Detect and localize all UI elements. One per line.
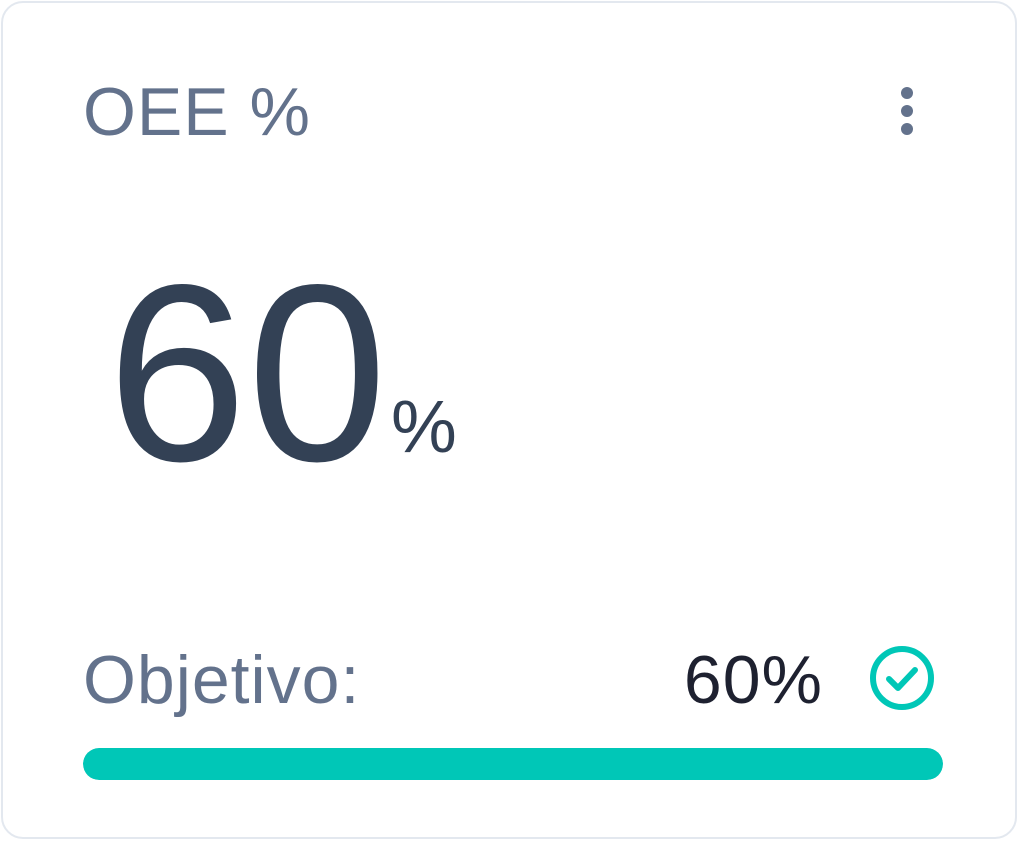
kpi-value: 60: [107, 233, 388, 514]
target-label: Objetivo:: [83, 642, 361, 718]
more-options-button[interactable]: [883, 79, 931, 143]
progress-bar-fill: [83, 748, 943, 780]
card-title: OEE %: [83, 74, 311, 150]
oee-kpi-card: OEE % 60 % Objetivo: 60%: [1, 1, 1017, 839]
kpi-unit: %: [391, 385, 457, 468]
check-circle-icon: [869, 645, 935, 711]
progress-bar: [83, 748, 943, 780]
more-vertical-icon: [901, 87, 913, 135]
target-value: 60%: [683, 642, 823, 718]
